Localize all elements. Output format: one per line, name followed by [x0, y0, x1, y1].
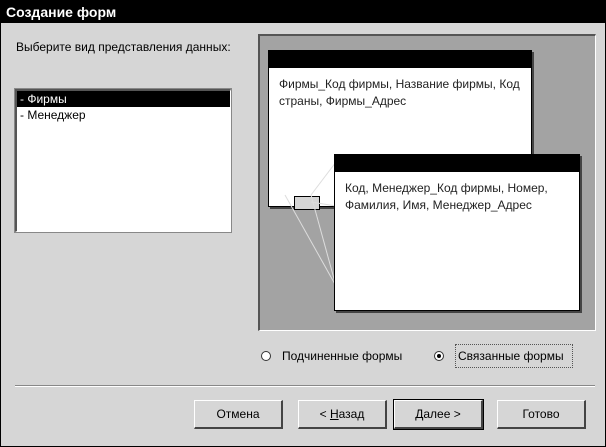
- view-prompt-label: Выберите вид представления данных:: [16, 40, 231, 54]
- radio-checked-icon[interactable]: [434, 351, 444, 361]
- radio-unchecked-icon[interactable]: [261, 351, 271, 361]
- connector-line: [310, 201, 337, 207]
- back-button[interactable]: < Назад: [298, 400, 387, 429]
- list-item-manager[interactable]: - Менеджер: [17, 107, 230, 123]
- connector-line: [310, 161, 337, 196]
- back-button-prefix: <: [319, 407, 330, 421]
- connector-line: [284, 194, 337, 287]
- linked-form-fields: Код, Менеджер_Код фирмы, Номер, Фамилия,…: [345, 181, 548, 212]
- back-button-accel: Н: [329, 407, 339, 421]
- back-button-label: азад: [338, 407, 365, 421]
- finish-button[interactable]: Готово: [497, 400, 586, 429]
- window-title: Создание форм: [1, 1, 605, 23]
- linked-form-titlebar: [335, 155, 579, 172]
- linked-form-preview: Код, Менеджер_Код фирмы, Номер, Фамилия,…: [334, 154, 580, 311]
- list-item-firms[interactable]: - Фирмы: [17, 91, 230, 107]
- linked-forms-option-label: Связанные формы: [455, 344, 573, 368]
- next-button[interactable]: Далее >: [393, 399, 484, 430]
- subforms-option[interactable]: Подчиненные формы: [261, 346, 402, 366]
- button-separator: [15, 385, 595, 387]
- cancel-button[interactable]: Отмена: [194, 400, 283, 429]
- subforms-option-label: Подчиненные формы: [282, 349, 403, 363]
- form-preview-panel: Фирмы_Код фирмы, Название фирмы, Код стр…: [258, 34, 596, 331]
- next-button-accel: Д: [415, 407, 424, 421]
- linked-forms-option[interactable]: Связанные формы: [434, 344, 573, 368]
- data-view-listbox[interactable]: - Фирмы - Менеджер: [14, 88, 232, 233]
- form-type-options: Подчиненные формы Связанные формы: [258, 344, 598, 368]
- next-button-label: алее >: [423, 407, 461, 421]
- form-wizard-dialog: Создание форм Выберите вид представления…: [0, 0, 606, 447]
- connector-line: [310, 194, 337, 287]
